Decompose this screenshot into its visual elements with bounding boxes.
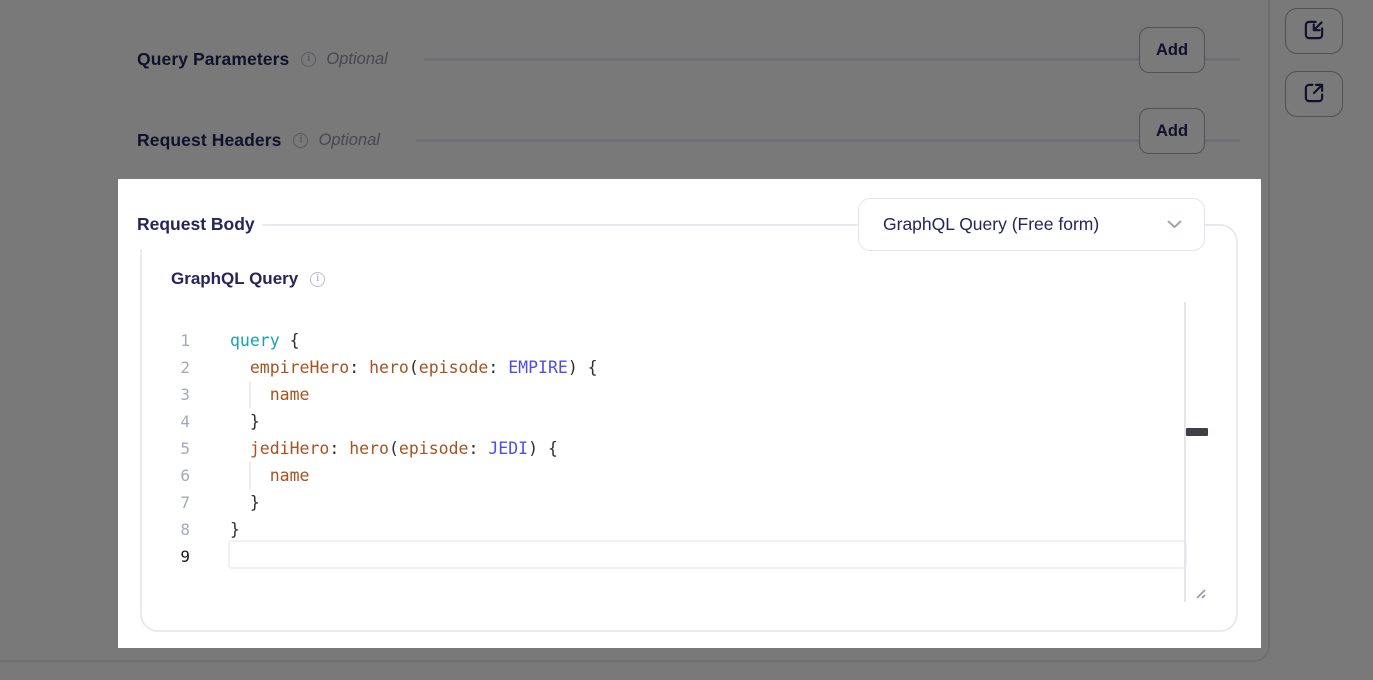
request-body-title: Request Body	[130, 206, 262, 242]
editor-right-border	[1184, 302, 1186, 602]
code-line: 2 empireHero: hero(episode: EMPIRE) {	[118, 354, 1216, 381]
request-body-section: Request Body GraphQL Query (Free form) G…	[118, 179, 1261, 648]
code-line: 5 jediHero: hero(episode: JEDI) {	[118, 435, 1216, 462]
code-line: 4 }	[118, 408, 1216, 435]
code-line-text: }	[230, 516, 240, 543]
chevron-down-icon	[1167, 216, 1182, 234]
info-icon[interactable]	[310, 272, 325, 287]
line-number: 6	[158, 462, 190, 489]
graphql-code-editor[interactable]: 1query {2 empireHero: hero(episode: EMPI…	[118, 327, 1216, 570]
code-line: 7 }	[118, 489, 1216, 516]
line-number: 2	[158, 354, 190, 381]
line-number: 8	[158, 516, 190, 543]
editor-resize-grip[interactable]	[1192, 585, 1208, 606]
body-type-selected-value: GraphQL Query (Free form)	[883, 214, 1167, 235]
page: Query Parameters Optional Add Request He…	[0, 0, 1373, 680]
graphql-query-label-row: GraphQL Query	[171, 269, 325, 289]
code-line: 1 query {	[118, 327, 1216, 354]
line-number: 7	[158, 489, 190, 516]
code-line-text: empireHero: hero(episode: EMPIRE) {	[230, 354, 598, 381]
code-line: 3 name	[118, 381, 1216, 408]
editor-scrollbar-thumb[interactable]	[1186, 428, 1208, 436]
code-line-text: query {	[230, 327, 300, 354]
code-line-text: name	[230, 462, 309, 489]
line-number: 3	[158, 381, 190, 408]
line-number: 9	[158, 543, 190, 570]
graphql-query-label: GraphQL Query	[171, 269, 298, 289]
code-line: 9	[118, 543, 1216, 570]
body-type-dropdown[interactable]: GraphQL Query (Free form)	[858, 198, 1205, 251]
code-line: 8}	[118, 516, 1216, 543]
code-line: 6 name	[118, 462, 1216, 489]
line-number: 5	[158, 435, 190, 462]
code-line-text: name	[230, 381, 309, 408]
line-number: 1	[158, 327, 190, 354]
line-number: 4	[158, 408, 190, 435]
code-line-text: }	[230, 489, 260, 516]
code-line-text: }	[230, 408, 260, 435]
code-line-text: jediHero: hero(episode: JEDI) {	[230, 435, 558, 462]
